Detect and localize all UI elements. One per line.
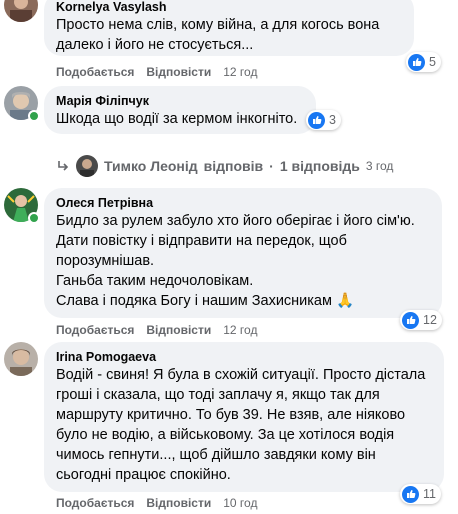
comment-author[interactable]: Kornelya Vasylash [56,0,402,15]
reaction-number: 12 [423,313,437,327]
reply-count: 1 відповідь [279,158,360,174]
like-button[interactable]: Подобається [56,496,134,510]
comment-actions: Подобається Відповісти 12 год [56,322,257,338]
reaction-number: 3 [329,113,336,127]
avatar-image [4,0,38,22]
reaction-count[interactable]: 12 [400,310,442,330]
reaction-number: 11 [423,487,436,501]
comment-text: Шкода що водії за кермом інкогніто. [56,111,298,127]
reply-arrow-icon [58,161,69,171]
reply-button[interactable]: Відповісти [146,323,211,337]
reaction-count[interactable]: 11 [400,484,441,504]
comment-bubble: Irina Pomogaeva Водій - свиня! Я була в … [44,342,444,492]
reply-separator: · [269,158,274,174]
comment-timestamp[interactable]: 12 год [223,323,257,337]
reply-button[interactable]: Відповісти [146,496,211,510]
avatar[interactable] [4,342,38,376]
comment-actions: Подобається Відповісти 10 год [56,495,257,511]
like-reaction-icon [402,485,419,503]
reply-timestamp: 3 год [365,159,394,173]
comment-author[interactable]: Марія Філіпчук [56,93,304,109]
comment-timestamp[interactable]: 10 год [223,496,257,510]
reaction-count[interactable]: 5 [406,52,441,72]
view-replies-link[interactable]: Тимко Леонід відповів · 1 відповідь 3 го… [56,154,393,178]
like-reaction-icon [408,53,425,71]
comment-text: Просто нема слів, кому війна, а для кого… [56,17,380,53]
comment-text: Водій - свиня! Я була в схожій ситуації.… [56,367,426,483]
avatar[interactable] [4,0,38,22]
reaction-number: 5 [429,55,436,69]
online-status-dot [28,212,40,224]
avatar-image [4,342,38,376]
like-button[interactable]: Подобається [56,323,134,337]
comment-bubble: Марія Філіпчук Шкода що водії за кермом … [44,86,316,134]
like-reaction-icon [402,311,419,329]
comment-timestamp[interactable]: 12 год [223,65,257,79]
reply-author-name: Тимко Леонід [104,158,198,174]
like-button[interactable]: Подобається [56,65,134,79]
like-reaction-icon [308,111,325,129]
comment-actions: Подобається Відповісти 12 год [56,64,257,80]
reaction-count[interactable]: 3 [306,110,341,130]
reply-button[interactable]: Відповісти [146,65,211,79]
online-status-dot [28,110,40,122]
comment-text: Бидло за рулем забуло хто його оберігає … [56,213,415,309]
reply-author-avatar [76,155,98,177]
comment-author[interactable]: Irina Pomogaeva [56,349,432,365]
comment-bubble: Kornelya Vasylash Просто нема слів, кому… [44,0,414,56]
reply-verb: відповів [203,158,264,174]
comment-author[interactable]: Олеся Петрівна [56,195,430,211]
comment-bubble: Олеся Петрівна Бидло за рулем забуло хто… [44,188,442,318]
